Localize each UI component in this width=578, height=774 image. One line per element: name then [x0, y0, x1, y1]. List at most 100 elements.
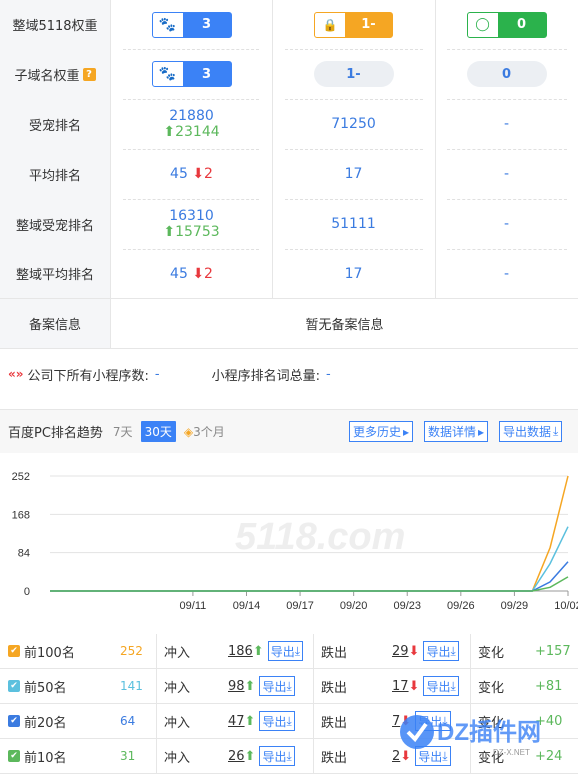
diamond-icon: ◈ — [183, 425, 194, 439]
rank-value[interactable]: 17 — [345, 266, 363, 282]
rank-value[interactable]: 71250 — [331, 116, 376, 132]
export-out-button[interactable]: 导出⤓ — [423, 641, 459, 661]
chart-watermark: 5118.com — [235, 516, 405, 558]
y-tick-label: 84 — [18, 548, 30, 560]
out-value[interactable]: 17 — [392, 679, 409, 694]
arrow-up-icon: ⬆ — [163, 224, 176, 240]
arrow-down-icon: ⬇ — [192, 166, 205, 182]
export-data-button[interactable]: 导出数据 ⤓ — [499, 421, 563, 442]
checkbox-icon[interactable]: ✔ — [8, 680, 20, 692]
download-icon: ⤓ — [286, 713, 292, 728]
rank-value[interactable]: 21880 — [169, 108, 214, 124]
download-icon: ⤓ — [450, 643, 456, 658]
mobile-subweight-pill[interactable]: 1- — [313, 61, 394, 87]
in-label: 冲入 — [164, 715, 191, 731]
checkbox-icon[interactable]: ✔ — [8, 750, 20, 762]
caret-right-icon: ▸ — [403, 424, 410, 439]
baidu-weight-badge[interactable]: 🐾 3 — [151, 11, 232, 38]
x-tick-label: 09/14 — [233, 600, 261, 612]
stat-count: 31 — [120, 749, 136, 763]
mini-count-value[interactable]: - — [155, 367, 160, 382]
rank-value[interactable]: 45 — [170, 266, 188, 282]
export-in-button[interactable]: 导出 ⤓ — [259, 746, 295, 766]
360-subweight-pill[interactable]: 0 — [466, 61, 547, 87]
stat-row: ✔ 前100名 252 冲入 186 ⬆ 导出 ⤓ 跌出 29 ⬇ 导出 ⤓ 变化 +157 — [0, 634, 578, 669]
x-tick-label: 09/23 — [393, 600, 421, 612]
rank-value[interactable]: 16310 — [169, 208, 214, 224]
export-in-button[interactable]: 导出 ⤓ — [259, 676, 295, 696]
download-icon: ⤓ — [286, 748, 292, 763]
series-line-3 — [50, 576, 569, 592]
trend-toolbar: 百度PC排名趋势 7天 30天 ◈3个月 更多历史 ▸ 数据详情 ▸ 导出数据 ⤓ — [0, 409, 578, 453]
download-icon: ⤓ — [553, 424, 559, 438]
data-detail-button[interactable]: 数据详情 ▸ — [424, 421, 489, 442]
stat-name-cell[interactable]: ✔ 前100名 — [8, 634, 75, 668]
rank-value: - — [503, 166, 510, 182]
in-value[interactable]: 186 — [228, 644, 253, 659]
range-7d[interactable]: 7天 — [113, 423, 133, 440]
rank-trend-chart: 252 168 84 0 5118.com 09/11 09/14 09/17 09/20 09/… — [0, 454, 578, 624]
rank-delta: ⬇2 — [192, 265, 213, 282]
mini-words-value[interactable]: - — [326, 367, 331, 382]
download-icon: ⤓ — [294, 643, 301, 658]
arrow-up-icon: ⬆ — [244, 748, 256, 764]
stat-count: 141 — [120, 679, 143, 693]
beian-value: 暂无备案信息 — [305, 318, 384, 333]
rank-value[interactable]: 45 — [170, 166, 188, 182]
x-tick-label: 10/02 — [554, 600, 578, 612]
in-cell: 98 ⬆ 导出 ⤓ — [228, 669, 308, 703]
export-in-button[interactable]: 导出 ⤓ — [267, 641, 304, 661]
x-tick-label: 09/17 — [286, 600, 314, 612]
in-value[interactable]: 98 — [228, 679, 245, 694]
baidu-subweight-badge[interactable]: 🐾 3 — [151, 61, 232, 87]
row-label: 整域5118权重 — [0, 0, 111, 49]
ring-icon: ◯ — [467, 12, 498, 37]
stat-name-cell[interactable]: ✔ 前10名 — [8, 739, 67, 773]
x-tick-label: 09/11 — [180, 600, 207, 612]
dz-brand: DZ插件网 — [437, 719, 541, 746]
in-cell: 186 ⬆ 导出 ⤓ — [228, 634, 308, 668]
out-label: 跌出 — [321, 750, 348, 766]
stat-name: 前50名 — [24, 680, 67, 696]
help-icon[interactable]: ? — [82, 67, 96, 81]
in-value[interactable]: 26 — [228, 749, 245, 764]
rank-delta: ⬇2 — [192, 166, 213, 182]
mini-program-info: «» 公司下所有小程序数: - 小程序排名词总量: - — [0, 349, 578, 399]
range-30d[interactable]: 30天 — [140, 421, 176, 442]
mobile-weight-badge[interactable]: 🔒 1- — [314, 11, 393, 38]
360-weight-badge[interactable]: ◯ 0 — [466, 11, 547, 38]
more-history-button[interactable]: 更多历史 ▸ — [349, 421, 414, 442]
mini-program-icon: «» — [8, 367, 24, 381]
row-label: 子域名权重? — [0, 49, 111, 99]
out-value[interactable]: 29 — [392, 644, 409, 659]
checkbox-icon[interactable]: ✔ — [8, 715, 20, 727]
in-cell: 47 ⬆ 导出 ⤓ — [228, 704, 308, 738]
lock-icon: 🔒 — [315, 12, 345, 37]
stat-count: 64 — [120, 714, 136, 728]
stat-name: 前20名 — [24, 715, 67, 731]
rank-value[interactable]: 51111 — [331, 216, 376, 232]
stat-name-cell[interactable]: ✔ 前20名 — [8, 704, 67, 738]
row-label: 整域受宠排名 — [0, 199, 111, 249]
x-tick-label: 09/29 — [501, 600, 529, 612]
paw-icon: 🐾 — [152, 62, 183, 86]
in-label: 冲入 — [164, 680, 191, 696]
out-label: 跌出 — [321, 680, 348, 696]
row-label: 备案信息 — [0, 299, 111, 348]
stat-name-cell[interactable]: ✔ 前50名 — [8, 669, 67, 703]
arrow-down-icon: ⬇ — [408, 643, 420, 659]
export-out-button[interactable]: 导出⤓ — [423, 676, 459, 696]
range-3m[interactable]: ◈3个月 — [184, 423, 225, 440]
row-label: 平均排名 — [0, 149, 111, 199]
arrow-down-icon: ⬇ — [192, 265, 205, 282]
x-tick-label: 09/26 — [447, 600, 475, 612]
x-tick-label: 09/20 — [340, 600, 368, 612]
download-icon: ⤓ — [286, 678, 292, 693]
checkbox-icon[interactable]: ✔ — [8, 645, 20, 657]
in-value[interactable]: 47 — [228, 714, 245, 729]
row-favored-rank: 受宠排名 21880 ⬆23144 71250 - — [0, 99, 578, 149]
in-label: 冲入 — [164, 645, 191, 661]
export-in-button[interactable]: 导出 ⤓ — [259, 711, 295, 731]
trend-chart-svg: 252 168 84 0 5118.com 09/11 09/14 09/17 09/20 09/… — [12, 471, 578, 612]
rank-value[interactable]: 17 — [345, 166, 363, 182]
